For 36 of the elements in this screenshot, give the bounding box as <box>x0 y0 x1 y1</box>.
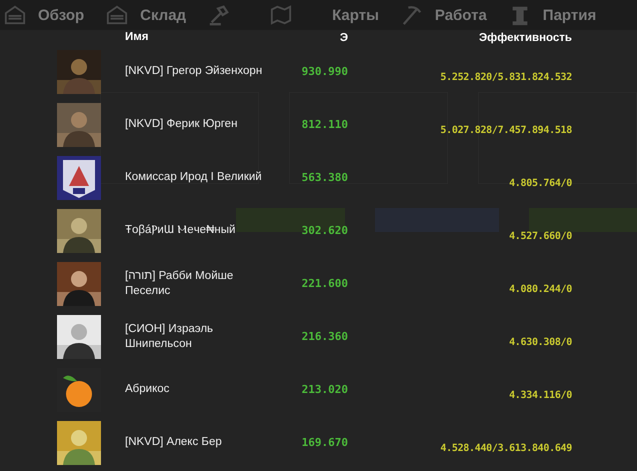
energy-value: 213.020 <box>300 383 348 396</box>
efficiency-value: 5.252.820/5.831.824.532 <box>440 72 572 83</box>
column-header: Эффективность <box>479 32 572 44</box>
player-name: [תורה] Рабби Мойше Песелис <box>125 268 234 298</box>
energy-value: 221.600 <box>300 277 348 290</box>
efficiency-value: 4.334.116/0 <box>509 390 572 401</box>
player-name: Комиссар Ирод I Великий <box>125 170 263 185</box>
nav-link[interactable]: Партия <box>542 6 596 24</box>
energy-value: 812.110 <box>300 118 348 131</box>
nav-link[interactable]: Склад <box>140 6 186 24</box>
player-name: Абрикос <box>125 382 170 397</box>
efficiency-value: 5.027.828/7.457.894.518 <box>440 125 572 136</box>
pickaxe-icon[interactable] <box>400 4 423 26</box>
efficiency-value: 4.805.764/0 <box>509 178 572 189</box>
energy-value: 216.360 <box>300 330 348 343</box>
player-name: ŦoβáⲢиƜ Ⲙeчe₦ный <box>125 223 236 238</box>
player-name: [NKVD] Ферик Юрген <box>125 117 238 132</box>
efficiency-value: 4.528.440/3.613.840.649 <box>440 443 572 454</box>
nav-link[interactable]: Работа <box>434 6 487 24</box>
nav-link[interactable]: Карты <box>332 6 379 24</box>
efficiency-value: 4.630.308/0 <box>509 337 572 348</box>
player-name: [NKVD] Алекс Бер <box>125 435 223 450</box>
map-icon[interactable] <box>270 4 292 26</box>
efficiency-value: 4.080.244/0 <box>509 284 572 295</box>
efficiency-value: 4.527.660/0 <box>509 231 572 242</box>
player-name: [NKVD] Грегор Эйзенхорн <box>125 64 264 79</box>
energy-value: 169.670 <box>300 436 348 449</box>
hammer-icon[interactable] <box>208 4 230 26</box>
energy-value: 302.620 <box>300 224 348 237</box>
nav-link[interactable]: Обзор <box>38 6 84 24</box>
energy-value: 563.380 <box>300 171 348 184</box>
player-name: [СИОН] Израэль Шнипельсон <box>125 322 214 352</box>
building-icon[interactable] <box>106 4 128 26</box>
building-icon[interactable] <box>4 4 26 26</box>
column-header: Э <box>338 32 348 44</box>
column-header: Имя <box>125 30 150 45</box>
